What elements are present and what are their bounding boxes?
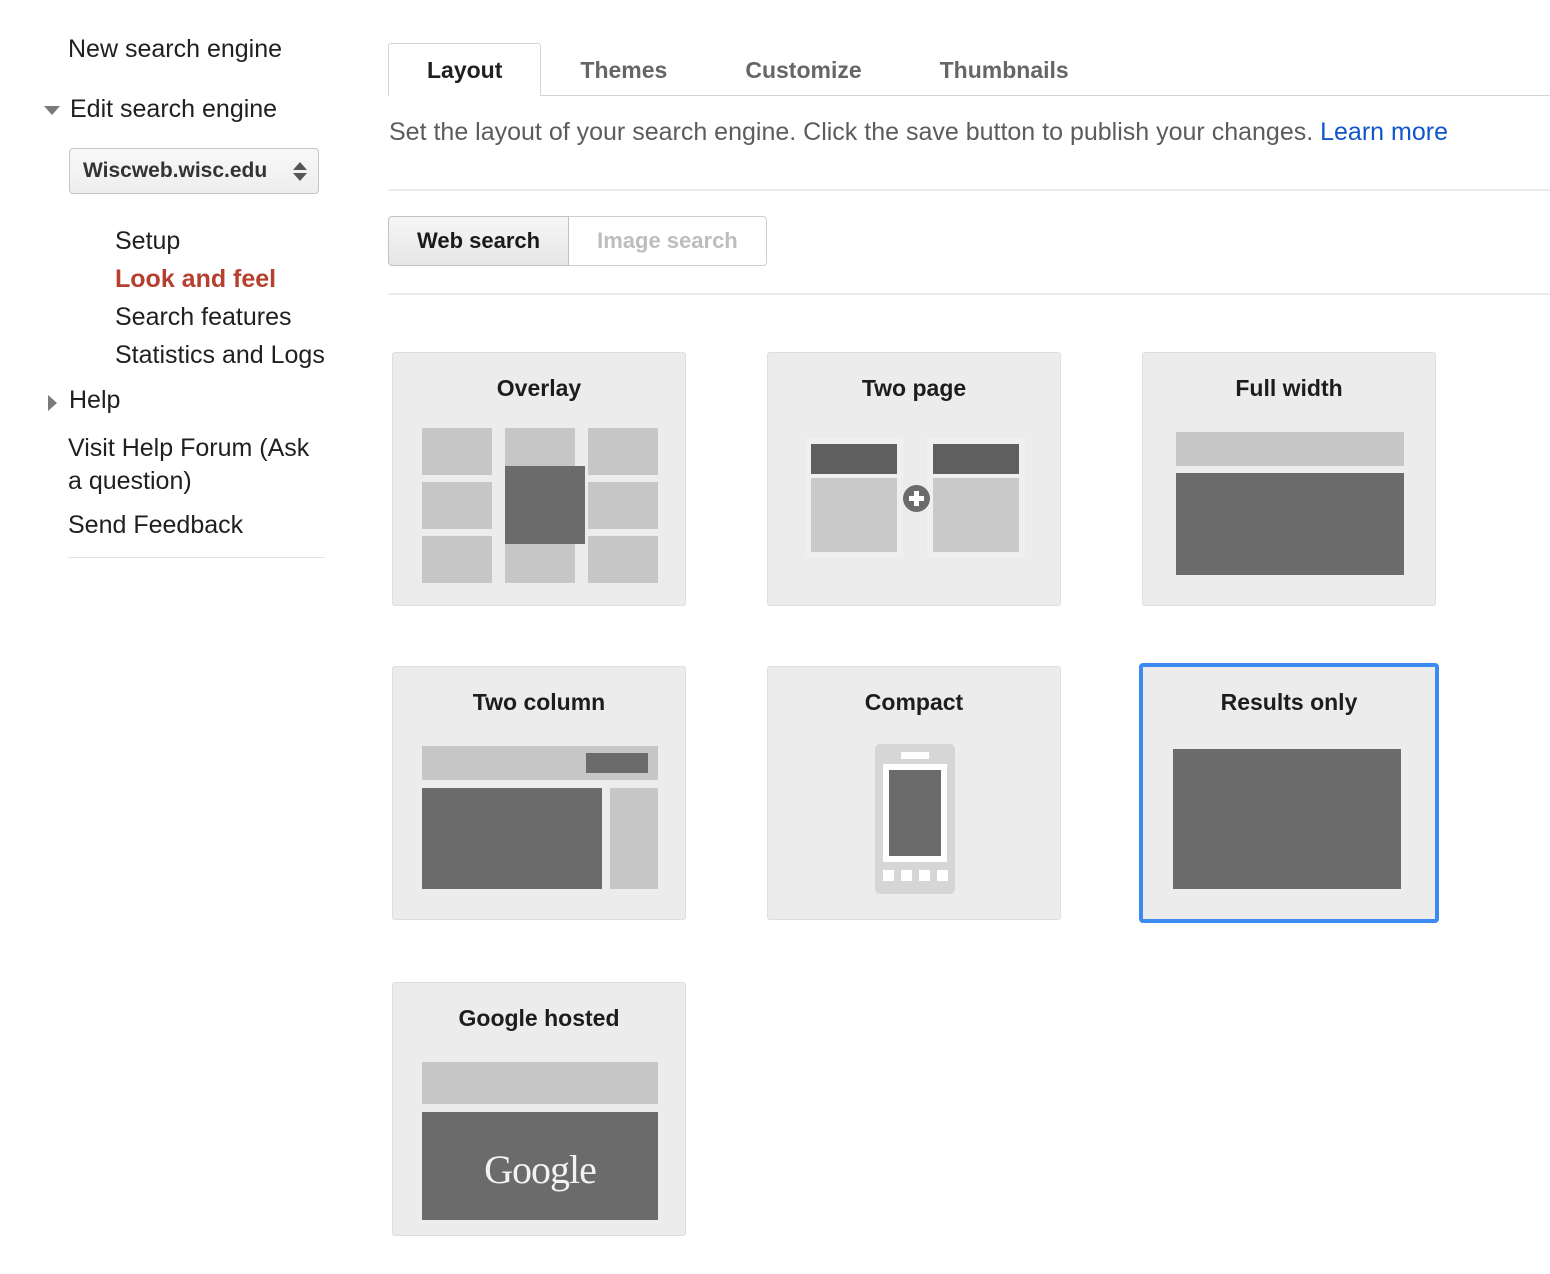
two-page-thumbnail bbox=[797, 428, 1033, 583]
sidebar-item-label: Edit search engine bbox=[70, 95, 278, 123]
sidebar: New search engine Edit search engine Wis… bbox=[0, 0, 380, 1274]
tab-customize[interactable]: Customize bbox=[706, 43, 900, 96]
sidebar-item-visit-help-forum[interactable]: Visit Help Forum (Ask a question) bbox=[68, 432, 328, 498]
layout-card-results-only[interactable]: Results only bbox=[1139, 663, 1439, 923]
layout-card-title: Two page bbox=[861, 375, 967, 401]
sidebar-item-look-and-feel[interactable]: Look and feel bbox=[115, 260, 325, 298]
sidebar-divider bbox=[68, 557, 325, 558]
image-search-button[interactable]: Image search bbox=[569, 216, 767, 266]
sidebar-item-statistics-and-logs[interactable]: Statistics and Logs bbox=[115, 336, 325, 374]
search-engine-select-value: Wiscweb.wisc.edu bbox=[83, 159, 268, 182]
sidebar-item-new-search-engine[interactable]: New search engine bbox=[68, 35, 282, 64]
triangle-right-icon[interactable] bbox=[48, 395, 57, 411]
search-type-toggle: Web search Image search bbox=[388, 216, 767, 266]
panel-description: Set the layout of your search engine. Cl… bbox=[389, 118, 1448, 147]
compact-thumbnail bbox=[797, 742, 1033, 897]
triangle-down-icon[interactable] bbox=[44, 106, 60, 115]
sidebar-item-edit-search-engine[interactable]: Edit search engine bbox=[44, 95, 277, 124]
tab-themes[interactable]: Themes bbox=[541, 43, 706, 96]
divider-top bbox=[388, 189, 1550, 191]
plus-icon bbox=[903, 485, 930, 512]
sidebar-item-search-features[interactable]: Search features bbox=[115, 298, 325, 336]
tab-bar: Layout Themes Customize Thumbnails bbox=[388, 43, 1108, 97]
main-panel: Layout Themes Customize Thumbnails Set t… bbox=[380, 0, 1550, 1274]
full-width-thumbnail bbox=[1172, 428, 1408, 583]
results-only-thumbnail bbox=[1169, 739, 1405, 894]
sidebar-item-setup[interactable]: Setup bbox=[115, 222, 325, 260]
layout-card-google-hosted[interactable]: Google hosted Google bbox=[392, 982, 686, 1236]
sidebar-item-label: Send Feedback bbox=[68, 511, 244, 539]
layout-card-compact[interactable]: Compact bbox=[767, 666, 1061, 920]
tabs-underline bbox=[388, 95, 1550, 96]
layout-card-full-width[interactable]: Full width bbox=[1142, 352, 1436, 606]
sidebar-item-send-feedback[interactable]: Send Feedback bbox=[68, 511, 243, 540]
tab-layout[interactable]: Layout bbox=[388, 43, 542, 97]
web-search-button[interactable]: Web search bbox=[388, 216, 570, 266]
layout-card-title: Overlay bbox=[496, 375, 582, 401]
sidebar-item-label: New search engine bbox=[68, 35, 283, 63]
two-column-thumbnail bbox=[422, 742, 658, 897]
layout-card-two-column[interactable]: Two column bbox=[392, 666, 686, 920]
google-wordmark: Google bbox=[484, 1147, 597, 1192]
layout-card-title: Two column bbox=[472, 689, 606, 715]
sidebar-item-help[interactable]: Help bbox=[44, 386, 120, 415]
panel-description-text: Set the layout of your search engine. Cl… bbox=[389, 118, 1314, 146]
tab-thumbnails[interactable]: Thumbnails bbox=[901, 43, 1108, 96]
divider-bottom bbox=[388, 293, 1550, 295]
sidebar-item-label: Visit Help Forum (Ask a question) bbox=[68, 434, 310, 495]
search-engine-select[interactable]: Wiscweb.wisc.edu bbox=[69, 148, 319, 194]
sidebar-subnav: Setup Look and feel Search features Stat… bbox=[115, 222, 325, 374]
chevron-updown-icon[interactable] bbox=[293, 161, 307, 181]
sidebar-item-label: Help bbox=[69, 386, 121, 414]
layout-card-title: Compact bbox=[864, 689, 964, 715]
layout-card-title: Google hosted bbox=[458, 1005, 620, 1031]
google-hosted-thumbnail: Google bbox=[422, 1058, 658, 1220]
layout-card-overlay[interactable]: Overlay bbox=[392, 352, 686, 606]
layout-card-title: Results only bbox=[1220, 689, 1358, 715]
learn-more-link[interactable]: Learn more bbox=[1320, 118, 1448, 146]
overlay-thumbnail bbox=[422, 428, 658, 583]
layout-card-two-page[interactable]: Two page bbox=[767, 352, 1061, 606]
layout-card-title: Full width bbox=[1235, 375, 1343, 401]
